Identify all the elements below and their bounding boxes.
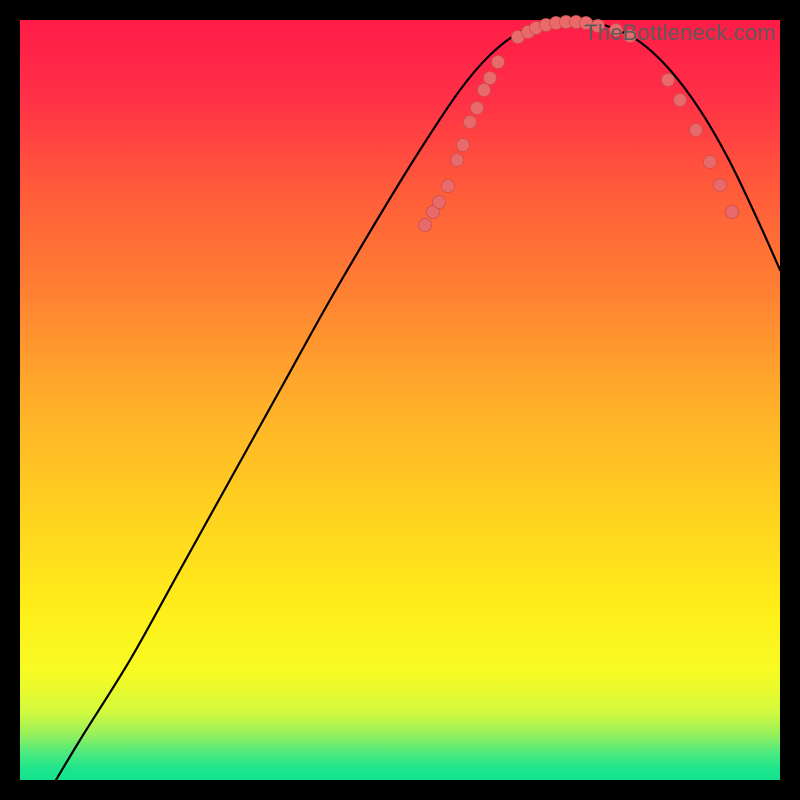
data-point <box>662 74 675 87</box>
data-point <box>442 180 455 193</box>
data-point <box>451 154 464 167</box>
data-point <box>690 124 703 137</box>
data-point <box>714 179 727 192</box>
chart-plot: TheBottleneck.com <box>20 20 780 780</box>
data-point <box>478 84 491 97</box>
data-point <box>704 156 717 169</box>
data-point <box>419 219 432 232</box>
chart-svg <box>20 20 780 780</box>
data-point <box>484 72 497 85</box>
watermark-text: TheBottleneck.com <box>584 20 776 46</box>
gradient-background <box>20 20 780 780</box>
chart-frame: TheBottleneck.com <box>20 20 780 780</box>
data-point <box>464 116 477 129</box>
data-point <box>492 56 505 69</box>
data-point <box>674 94 687 107</box>
data-point <box>471 102 484 115</box>
data-point <box>433 196 446 209</box>
data-point <box>726 206 739 219</box>
data-point <box>457 139 470 152</box>
